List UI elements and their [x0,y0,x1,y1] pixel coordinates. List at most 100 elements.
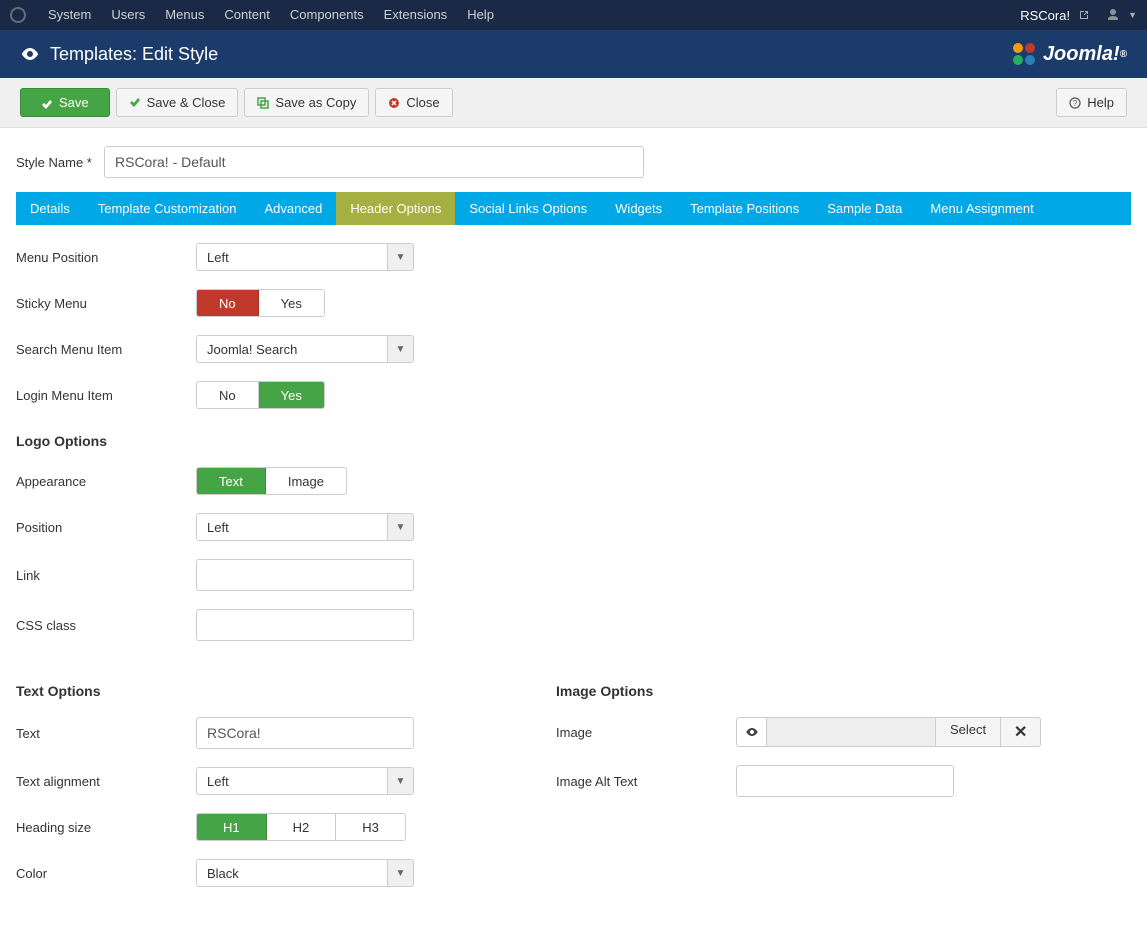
image-clear-button[interactable]: ✕ [1001,717,1041,747]
appearance-toggle: Text Image [196,467,347,495]
appearance-row: Appearance Text Image [16,467,1131,495]
tab-widgets[interactable]: Widgets [601,192,676,225]
chevron-down-icon: ▼ [387,514,413,540]
save-close-label: Save & Close [147,95,226,110]
save-button[interactable]: Save [20,88,110,117]
text-options-col: Text Options Text Text alignment Left ▼ … [16,659,496,905]
menu-position-value: Left [197,244,387,270]
sticky-menu-toggle: No Yes [196,289,325,317]
image-row: Image Select ✕ [556,717,1076,747]
external-link-icon[interactable] [1078,9,1090,21]
style-name-label: Style Name * [16,155,104,170]
color-label: Color [16,866,196,881]
eye-icon [745,725,759,739]
joomla-logo-text: Joomla! [1043,43,1120,66]
menu-components[interactable]: Components [280,0,374,30]
eye-icon [20,44,40,64]
tab-social-links[interactable]: Social Links Options [455,192,601,225]
menu-menus[interactable]: Menus [155,0,214,30]
search-menu-select[interactable]: Joomla! Search ▼ [196,335,414,363]
save-label: Save [59,95,89,110]
sitename-link[interactable]: RSCora! [1020,8,1070,23]
color-value: Black [197,860,387,886]
joomla-logo: Joomla!® [1009,39,1127,69]
copy-icon [257,97,269,109]
image-path-field [766,717,936,747]
tab-sample-data[interactable]: Sample Data [813,192,916,225]
image-alt-label: Image Alt Text [556,774,736,789]
sticky-menu-yes[interactable]: Yes [259,290,324,316]
tab-advanced[interactable]: Advanced [250,192,336,225]
sticky-menu-label: Sticky Menu [16,296,196,311]
text-alignment-select[interactable]: Left ▼ [196,767,414,795]
options-columns: Text Options Text Text alignment Left ▼ … [16,659,1131,905]
config-tabs: Details Template Customization Advanced … [16,192,1131,225]
topbar-left: System Users Menus Content Components Ex… [10,0,504,30]
menu-help[interactable]: Help [457,0,504,30]
logo-position-select[interactable]: Left ▼ [196,513,414,541]
header-bar: Templates: Edit Style Joomla!® [0,30,1147,78]
tab-template-customization[interactable]: Template Customization [84,192,251,225]
color-select[interactable]: Black ▼ [196,859,414,887]
heading-size-toggle: H1 H2 H3 [196,813,406,841]
chevron-down-icon: ▼ [387,336,413,362]
heading-h1[interactable]: H1 [197,814,267,840]
check-icon [129,97,141,109]
login-menu-no[interactable]: No [197,382,259,408]
help-label: Help [1087,95,1114,110]
page-title-wrap: Templates: Edit Style [20,44,218,65]
tab-menu-assignment[interactable]: Menu Assignment [916,192,1047,225]
joomla-icon [10,7,26,23]
user-icon[interactable] [1106,8,1120,22]
heading-size-row: Heading size H1 H2 H3 [16,813,496,841]
logo-link-input[interactable] [196,559,414,591]
heading-h2[interactable]: H2 [267,814,337,840]
chevron-down-icon[interactable]: ▼ [1128,10,1137,20]
menu-extensions[interactable]: Extensions [374,0,458,30]
css-class-input[interactable] [196,609,414,641]
appearance-label: Appearance [16,474,196,489]
appearance-text[interactable]: Text [197,468,266,494]
chevron-down-icon: ▼ [387,768,413,794]
sticky-menu-no[interactable]: No [197,290,259,316]
heading-h3[interactable]: H3 [336,814,405,840]
menu-content[interactable]: Content [214,0,280,30]
tab-header-options[interactable]: Header Options [336,192,455,225]
login-menu-label: Login Menu Item [16,388,196,403]
text-alignment-row: Text alignment Left ▼ [16,767,496,795]
heading-size-label: Heading size [16,820,196,835]
css-class-label: CSS class [16,618,196,633]
login-menu-row: Login Menu Item No Yes [16,381,1131,409]
menu-system[interactable]: System [38,0,101,30]
image-alt-row: Image Alt Text [556,765,1076,797]
page-title: Templates: Edit Style [50,44,218,65]
help-button[interactable]: ? Help [1056,88,1127,117]
save-copy-button[interactable]: Save as Copy [244,88,369,117]
image-options-col: Image Options Image Select ✕ [556,659,1076,905]
style-name-row: Style Name * [16,146,1131,178]
logo-position-value: Left [197,514,387,540]
tab-template-positions[interactable]: Template Positions [676,192,813,225]
menu-position-select[interactable]: Left ▼ [196,243,414,271]
image-select-button[interactable]: Select [936,717,1001,747]
logo-position-row: Position Left ▼ [16,513,1131,541]
save-close-button[interactable]: Save & Close [116,88,239,117]
search-menu-value: Joomla! Search [197,336,387,362]
image-options-heading: Image Options [556,683,1076,699]
text-options-heading: Text Options [16,683,496,699]
image-preview-button[interactable] [736,717,766,747]
text-alignment-value: Left [197,768,387,794]
sticky-menu-row: Sticky Menu No Yes [16,289,1131,317]
style-name-input[interactable] [104,146,644,178]
close-button[interactable]: Close [375,88,452,117]
image-alt-input[interactable] [736,765,954,797]
apply-icon [41,97,53,109]
search-menu-label: Search Menu Item [16,342,196,357]
logo-text-input[interactable] [196,717,414,749]
appearance-image[interactable]: Image [266,468,346,494]
login-menu-yes[interactable]: Yes [259,382,324,408]
menu-users[interactable]: Users [101,0,155,30]
close-label: Close [406,95,439,110]
css-class-row: CSS class [16,609,1131,641]
tab-details[interactable]: Details [16,192,84,225]
